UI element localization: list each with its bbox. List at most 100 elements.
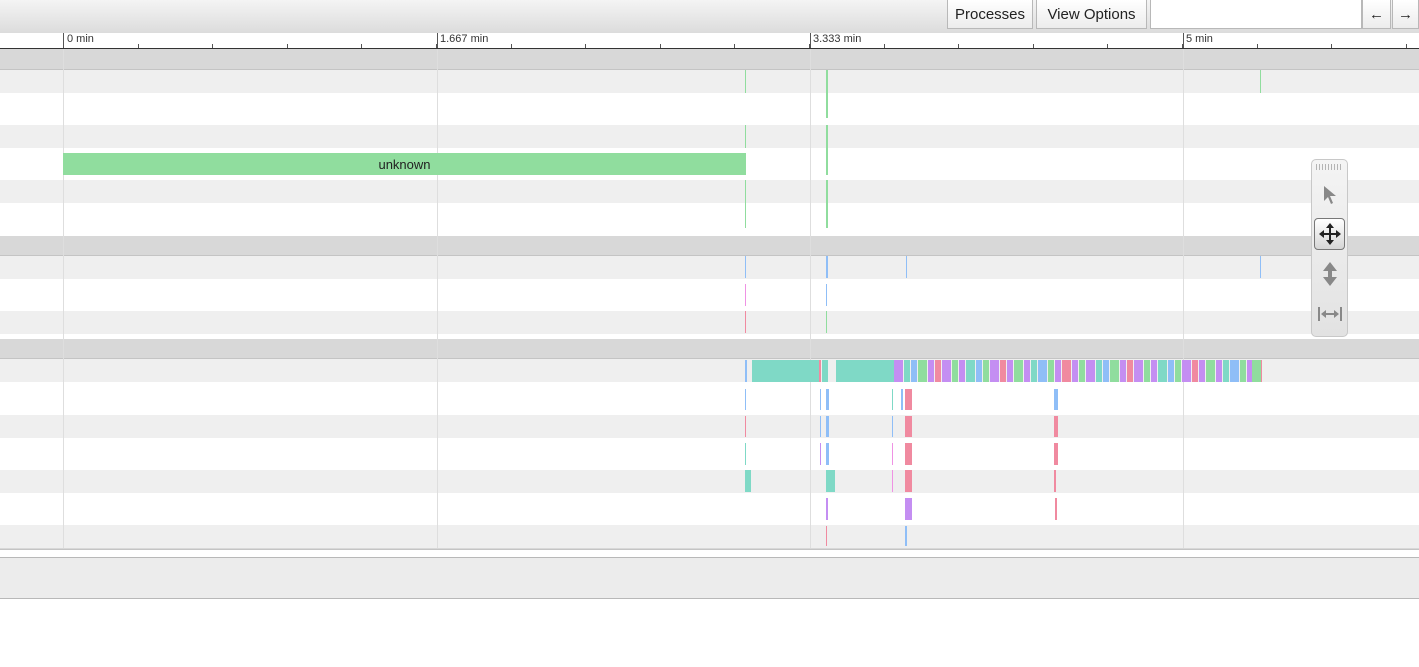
thread-track-row[interactable]: [0, 525, 1419, 548]
event-mark[interactable]: [1079, 360, 1085, 382]
event-mark[interactable]: [1055, 360, 1061, 382]
thread-track-row[interactable]: [0, 93, 1419, 125]
event-mark[interactable]: [1054, 443, 1058, 465]
event-mark[interactable]: [1055, 498, 1057, 520]
event-mark[interactable]: [745, 125, 746, 148]
event-mark[interactable]: [745, 70, 746, 93]
event-mark[interactable]: [928, 360, 934, 382]
event-mark[interactable]: [894, 360, 903, 382]
event-mark[interactable]: [1192, 360, 1198, 382]
event-mark[interactable]: [1054, 416, 1058, 437]
event-mark[interactable]: [990, 360, 999, 382]
event-mark[interactable]: [826, 311, 827, 333]
event-mark[interactable]: [983, 360, 989, 382]
event-mark[interactable]: [892, 416, 893, 437]
event-mark[interactable]: [745, 360, 747, 382]
thread-track-row[interactable]: [0, 382, 1419, 415]
event-mark[interactable]: [1031, 360, 1037, 382]
event-mark[interactable]: [826, 203, 828, 228]
event-mark[interactable]: [1103, 360, 1109, 382]
event-mark[interactable]: [1158, 360, 1167, 382]
event-mark[interactable]: [745, 284, 746, 306]
event-mark[interactable]: [820, 389, 821, 410]
drag-handle[interactable]: [1316, 164, 1343, 170]
event-mark[interactable]: [1127, 360, 1133, 382]
event-mark[interactable]: [905, 498, 912, 520]
process-header-row[interactable]: [0, 339, 1419, 359]
event-mark[interactable]: [911, 360, 917, 382]
event-mark[interactable]: [826, 70, 828, 93]
event-mark[interactable]: [1062, 360, 1071, 382]
selection-tool-button[interactable]: [1314, 179, 1345, 211]
event-mark[interactable]: [826, 498, 828, 520]
event-mark[interactable]: [819, 360, 821, 382]
event-mark[interactable]: [1252, 360, 1261, 382]
event-mark[interactable]: [826, 389, 829, 410]
event-mark[interactable]: [1240, 360, 1246, 382]
event-mark[interactable]: [745, 311, 746, 333]
event-mark[interactable]: [820, 443, 821, 465]
event-mark[interactable]: [1151, 360, 1157, 382]
event-mark[interactable]: [745, 416, 746, 437]
event-mark[interactable]: [826, 93, 828, 118]
event-mark[interactable]: [820, 416, 821, 437]
event-mark[interactable]: [745, 180, 746, 203]
process-header-row[interactable]: [0, 49, 1419, 70]
event-mark[interactable]: [1054, 470, 1056, 492]
event-mark[interactable]: [901, 389, 903, 410]
thread-track-row[interactable]: [0, 470, 1419, 493]
event-mark[interactable]: [1048, 360, 1054, 382]
view-options-button[interactable]: View Options: [1036, 0, 1147, 29]
event-mark[interactable]: [826, 526, 827, 546]
thread-track-row[interactable]: [0, 125, 1419, 148]
event-mark[interactable]: [952, 360, 958, 382]
event-mark[interactable]: [826, 470, 835, 492]
event-mark[interactable]: [826, 284, 827, 306]
nav-next-button[interactable]: →: [1392, 0, 1419, 29]
thread-track-row[interactable]: [0, 415, 1419, 438]
event-mark[interactable]: [1007, 360, 1013, 382]
event-mark[interactable]: [1182, 360, 1191, 382]
event-mark[interactable]: [905, 443, 912, 465]
event-mark[interactable]: [826, 416, 829, 437]
event-mark[interactable]: [826, 180, 828, 203]
thread-track-row[interactable]: [0, 70, 1419, 93]
thread-track-row[interactable]: [0, 256, 1419, 279]
event-mark[interactable]: [1110, 360, 1119, 382]
event-mark[interactable]: [905, 526, 907, 546]
event-mark[interactable]: [752, 360, 819, 382]
event-mark[interactable]: [892, 470, 893, 492]
event-mark[interactable]: [976, 360, 982, 382]
event-mark[interactable]: [905, 416, 912, 437]
event-mark[interactable]: [905, 389, 912, 410]
event-mark[interactable]: [1260, 70, 1261, 93]
timeline-slice[interactable]: unknown: [63, 153, 746, 175]
event-mark[interactable]: [1168, 360, 1174, 382]
event-mark[interactable]: [906, 256, 907, 278]
event-mark[interactable]: [745, 443, 746, 465]
event-mark[interactable]: [745, 389, 746, 410]
event-mark[interactable]: [1223, 360, 1229, 382]
event-mark[interactable]: [1206, 360, 1215, 382]
event-mark[interactable]: [1000, 360, 1006, 382]
filter-input[interactable]: [1150, 0, 1362, 29]
event-mark[interactable]: [1199, 360, 1205, 382]
thread-track-row[interactable]: [0, 279, 1419, 311]
event-mark[interactable]: [745, 470, 751, 492]
event-mark[interactable]: [935, 360, 941, 382]
event-mark[interactable]: [904, 360, 910, 382]
pan-tool-button[interactable]: [1314, 218, 1345, 250]
event-mark[interactable]: [1134, 360, 1143, 382]
processes-button[interactable]: Processes: [947, 0, 1033, 29]
zoom-tool-button[interactable]: [1314, 258, 1345, 290]
event-mark[interactable]: [822, 360, 828, 382]
event-mark[interactable]: [1216, 360, 1222, 382]
event-mark[interactable]: [1144, 360, 1150, 382]
event-mark[interactable]: [892, 443, 893, 465]
thread-track-row[interactable]: [0, 438, 1419, 470]
event-mark[interactable]: [826, 148, 828, 175]
event-mark[interactable]: [826, 443, 829, 465]
event-mark[interactable]: [1024, 360, 1030, 382]
event-mark[interactable]: [826, 256, 828, 278]
thread-track-row[interactable]: [0, 311, 1419, 334]
